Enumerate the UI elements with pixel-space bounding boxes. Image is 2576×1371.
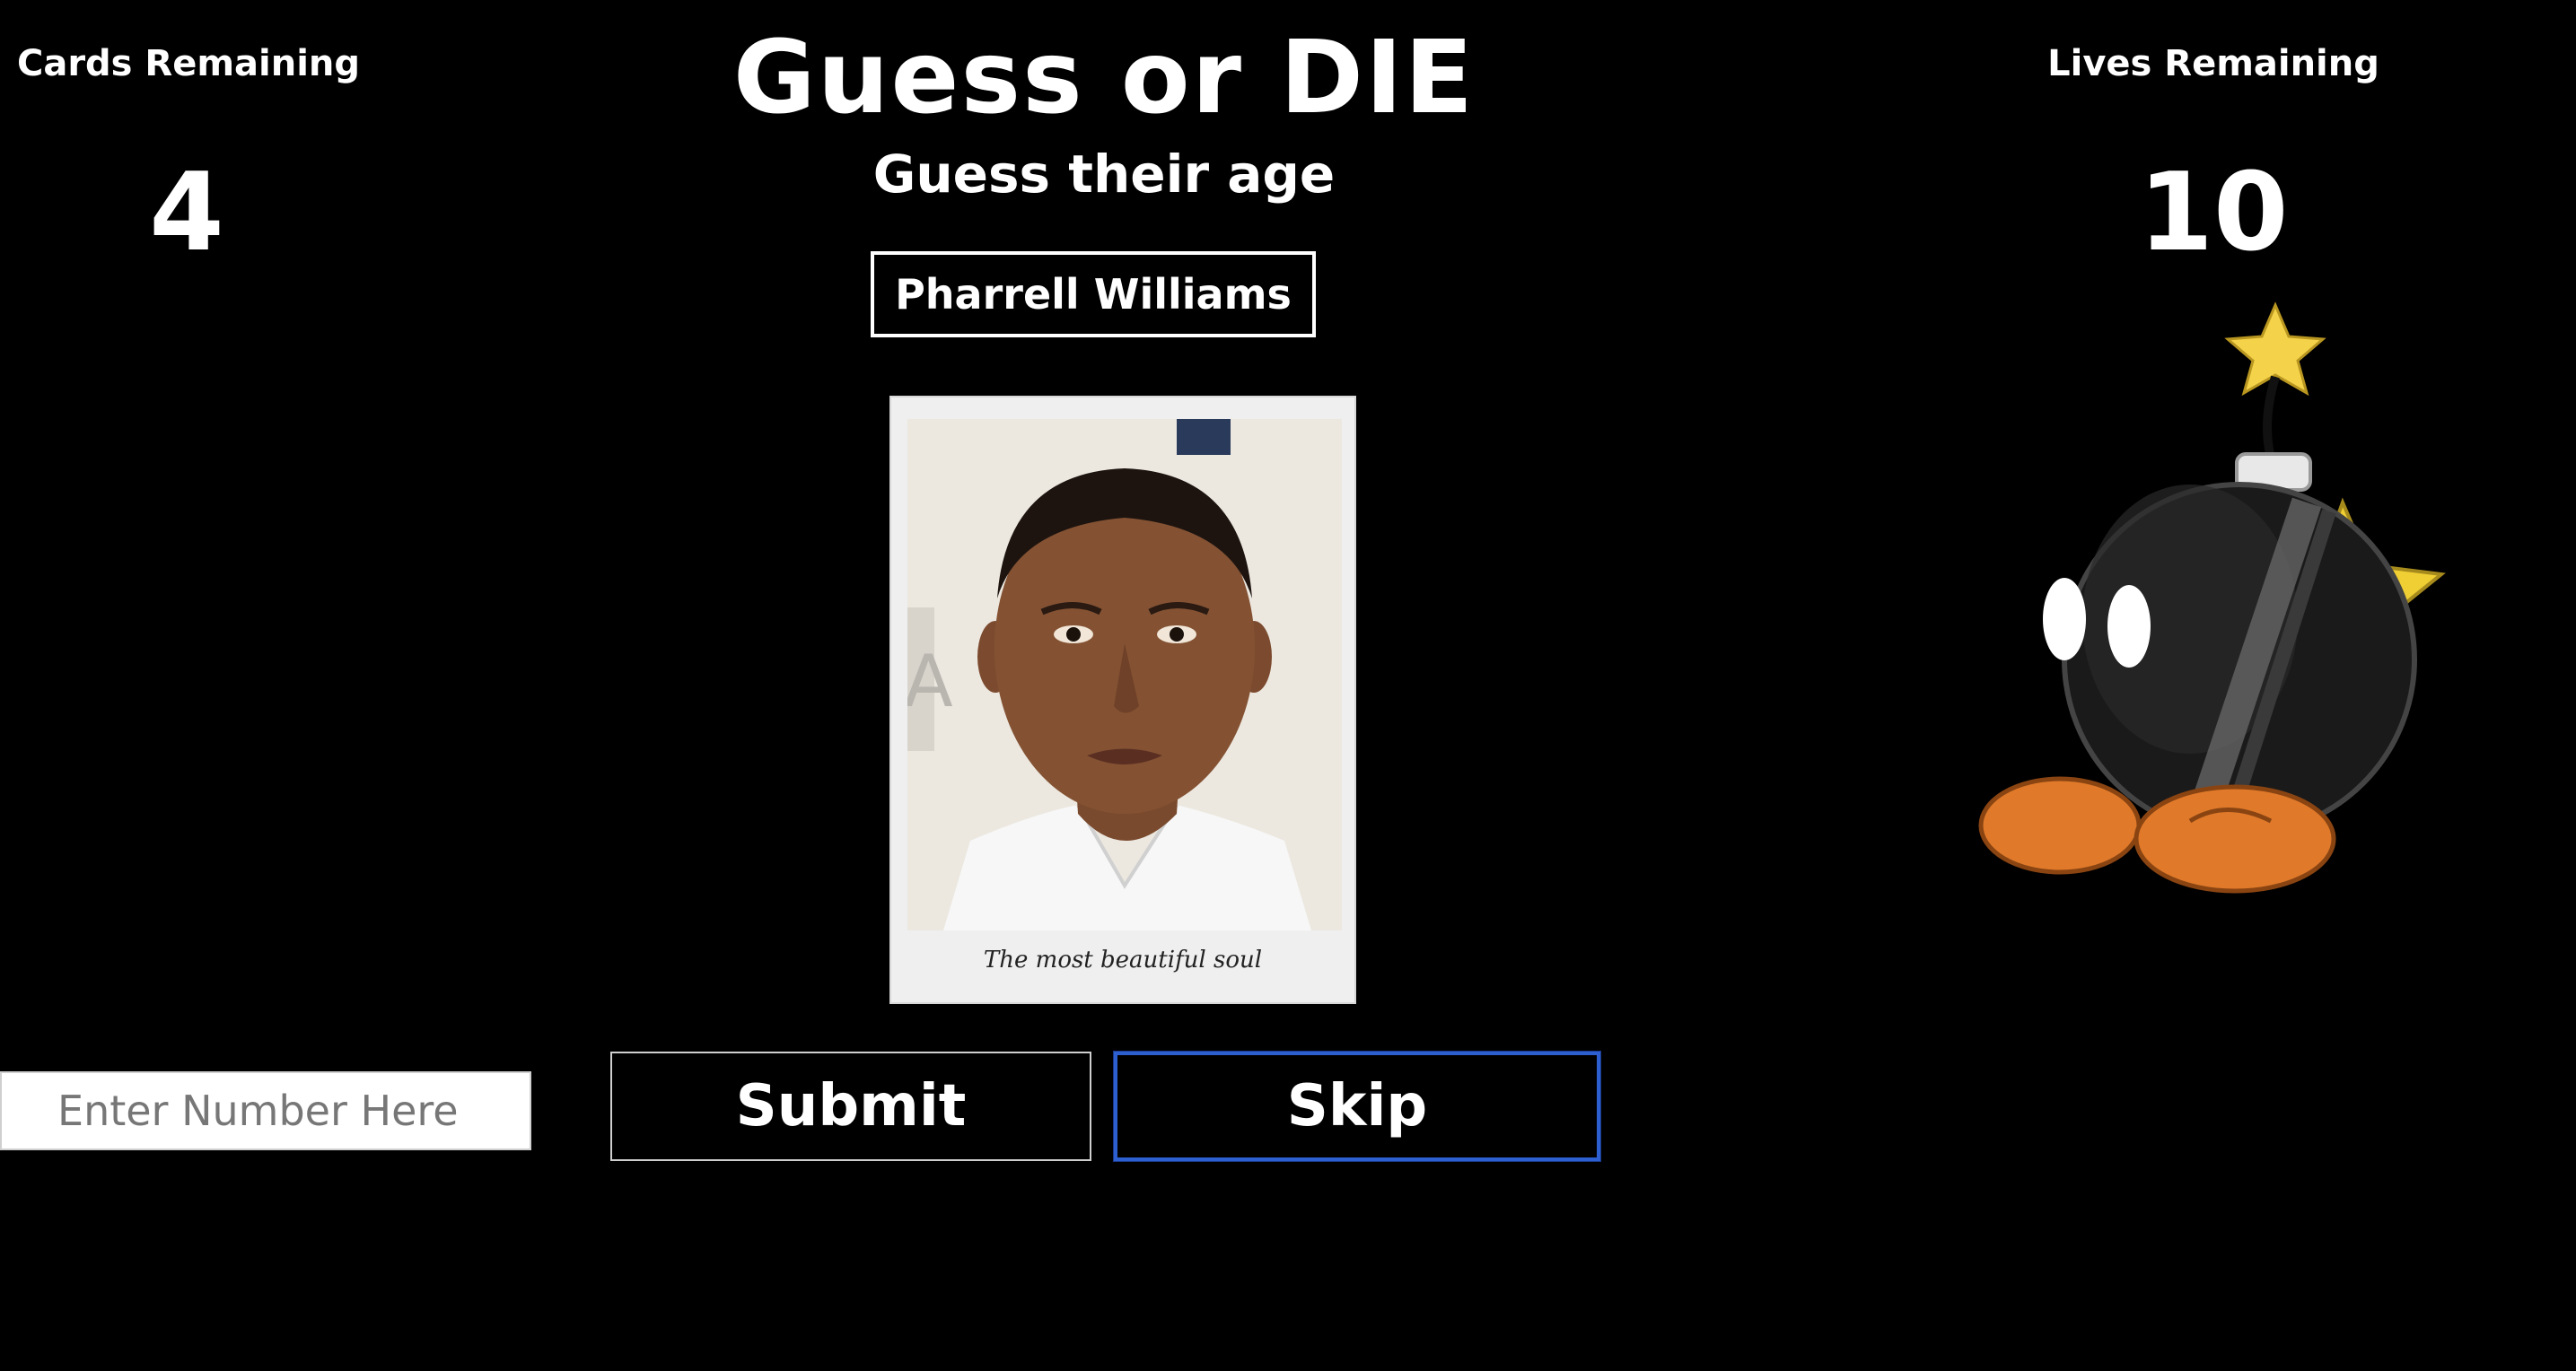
cards-remaining-value: 4 [149,151,224,275]
submit-button[interactable]: Submit [610,1052,1091,1161]
skip-button[interactable]: Skip [1114,1052,1600,1161]
page-subtitle: Guess their age [872,144,1336,205]
lives-remaining-value: 10 [2138,151,2289,275]
photo-caption: The most beautiful soul [983,947,1263,974]
bob-omb-icon [1975,296,2495,906]
game-screen: Cards Remaining 4 Guess or DIE Guess the… [0,0,2576,1371]
person-name-box: Pharrell Williams [871,251,1316,337]
age-guess-input[interactable] [0,1071,531,1150]
celebrity-photo-card: A The most beautiful soul [889,396,1356,1004]
lives-remaining-label: Lives Remaining [2047,43,2379,84]
page-title: Guess or DIE [732,20,1476,136]
cards-remaining-label: Cards Remaining [16,43,361,84]
portrait-photo-icon: A [907,419,1342,930]
svg-text:A: A [907,640,953,723]
